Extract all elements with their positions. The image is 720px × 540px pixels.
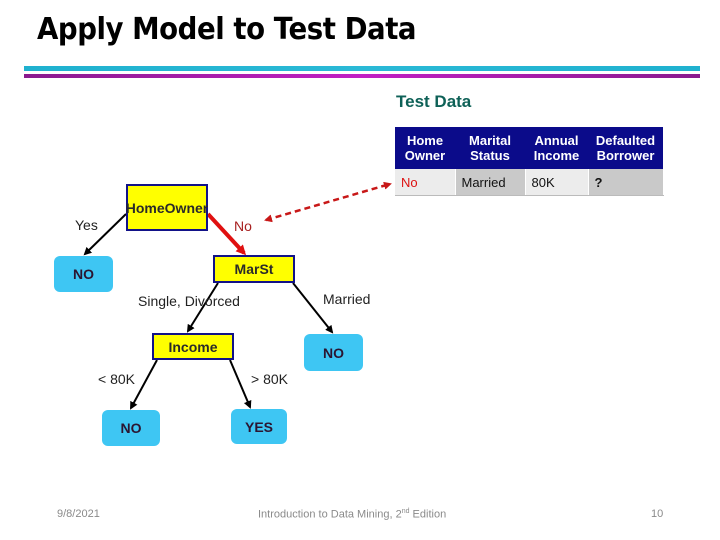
test-record-link-arrow — [264, 181, 392, 223]
footer-page-number: 10 — [651, 508, 664, 520]
node-home-owner: Home Owner — [126, 184, 208, 231]
footer-title: Introduction to Data Mining, 2nd Edition — [258, 508, 447, 521]
leaf-married: NO — [304, 334, 363, 371]
edge-income-high — [229, 359, 252, 409]
edge-label-yes: Yes — [75, 217, 98, 233]
footer-date: 9/8/2021 — [57, 508, 100, 520]
node-income: Income — [152, 333, 234, 360]
edge-label-married: Married — [323, 291, 371, 307]
edge-label-income-high: > 80K — [251, 371, 288, 387]
edge-label-no: No — [234, 218, 252, 234]
node-marst: MarSt — [213, 255, 295, 283]
leaf-income-high: YES — [231, 409, 287, 444]
edge-label-single-divorced: Single, Divorced — [138, 293, 240, 309]
edge-label-income-low: < 80K — [98, 371, 135, 387]
leaf-home-yes: NO — [54, 256, 113, 292]
leaf-income-low: NO — [102, 410, 160, 446]
